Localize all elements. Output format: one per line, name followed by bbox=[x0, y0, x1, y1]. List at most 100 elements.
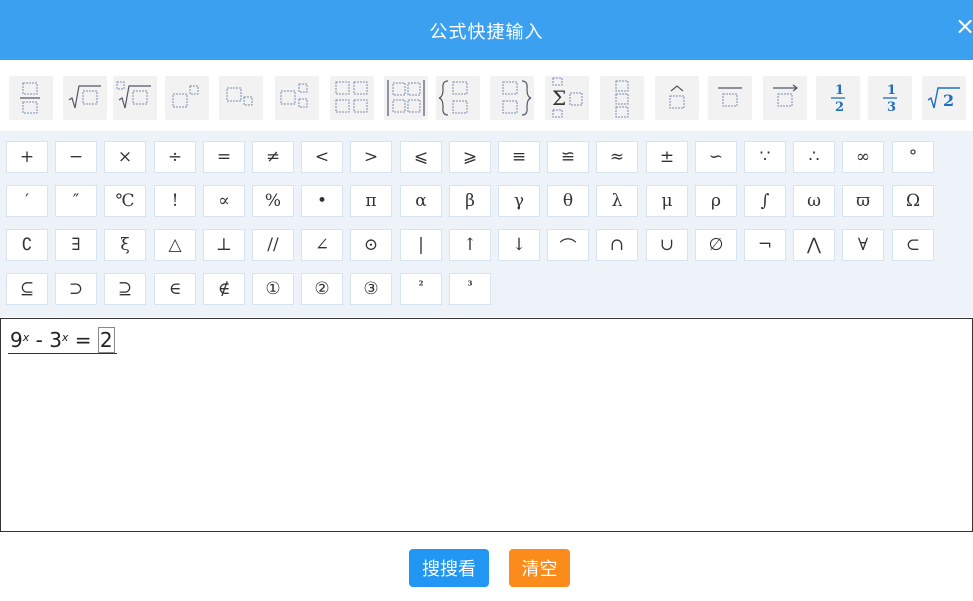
symbol-button[interactable]: ⩾ bbox=[449, 141, 491, 173]
hat-template[interactable] bbox=[655, 76, 699, 120]
symbol-button[interactable]: γ bbox=[498, 185, 540, 217]
close-icon[interactable]: × bbox=[955, 14, 973, 38]
symbol-button[interactable]: △ bbox=[154, 229, 196, 261]
symbol-button[interactable]: ↓ bbox=[498, 229, 540, 261]
formula-rhs[interactable]: 2 bbox=[97, 327, 115, 353]
summation-template[interactable]: Σ bbox=[545, 76, 589, 120]
symbol-button[interactable]: ∁ bbox=[6, 229, 48, 261]
symbol-button[interactable]: ② bbox=[301, 273, 343, 305]
symbol-button[interactable]: < bbox=[301, 141, 343, 173]
symbol-button[interactable]: ° bbox=[892, 141, 934, 173]
overline-template[interactable] bbox=[708, 76, 752, 120]
symbol-button[interactable]: μ bbox=[646, 185, 688, 217]
symbol-button[interactable]: > bbox=[350, 141, 392, 173]
overline-template-icon bbox=[718, 87, 742, 107]
formula-operator: - bbox=[29, 328, 50, 352]
square-root-template[interactable] bbox=[63, 76, 107, 120]
symbol-button[interactable]: ∃ bbox=[55, 229, 97, 261]
symbol-button[interactable]: ⋀ bbox=[793, 229, 835, 261]
search-button[interactable]: 搜搜看 bbox=[409, 549, 489, 587]
symbol-button[interactable]: ∽ bbox=[695, 141, 737, 173]
superscript-template[interactable] bbox=[165, 76, 209, 120]
symbol-button[interactable]: ⊇ bbox=[104, 273, 146, 305]
subscript-template[interactable] bbox=[219, 76, 263, 120]
symbol-button[interactable]: ′ bbox=[6, 185, 48, 217]
symbol-button[interactable]: β bbox=[449, 185, 491, 217]
stacked-box-template[interactable] bbox=[600, 76, 644, 120]
symbol-button[interactable]: ! bbox=[154, 185, 196, 217]
nth-root-template[interactable] bbox=[113, 76, 157, 120]
symbol-button[interactable]: ∵ bbox=[744, 141, 786, 173]
symbol-button[interactable]: ∠ bbox=[301, 229, 343, 261]
symbol-button[interactable]: ξ bbox=[104, 229, 146, 261]
symbol-button[interactable]: ∪ bbox=[646, 229, 688, 261]
matrix-2x2-template[interactable] bbox=[330, 76, 374, 120]
sqrt2-template[interactable]: 2 bbox=[922, 76, 966, 120]
symbol-button[interactable]: ÷ bbox=[154, 141, 196, 173]
symbol-button[interactable]: // bbox=[252, 229, 294, 261]
symbol-button[interactable]: ⌒ bbox=[547, 229, 589, 261]
symbol-button[interactable]: ρ bbox=[695, 185, 737, 217]
symbol-button[interactable]: ⊥ bbox=[203, 229, 245, 261]
symbol-button[interactable]: ⊂ bbox=[892, 229, 934, 261]
symbol-button[interactable]: ① bbox=[252, 273, 294, 305]
subscript-template-icon bbox=[226, 87, 253, 106]
symbol-button[interactable]: − bbox=[55, 141, 97, 173]
symbol-button[interactable]: ω bbox=[793, 185, 835, 217]
left-brace-template-icon bbox=[438, 80, 468, 116]
one-half-template[interactable]: 12 bbox=[816, 76, 860, 120]
symbol-button[interactable]: ℃ bbox=[104, 185, 146, 217]
svg-text:3: 3 bbox=[887, 100, 896, 115]
symbol-button[interactable]: + bbox=[6, 141, 48, 173]
symbol-button[interactable]: ∩ bbox=[596, 229, 638, 261]
symbol-button[interactable]: ⊙ bbox=[350, 229, 392, 261]
symbol-button[interactable]: ∉ bbox=[203, 273, 245, 305]
symbol-button[interactable]: ≠ bbox=[252, 141, 294, 173]
one-third-template[interactable]: 13 bbox=[868, 76, 912, 120]
symbol-button[interactable]: π bbox=[350, 185, 392, 217]
symbol-button[interactable]: ⊆ bbox=[6, 273, 48, 305]
formula-template-bar: Σ 12 13 2 bbox=[0, 70, 973, 128]
determinant-template[interactable] bbox=[384, 76, 428, 120]
fraction-template[interactable] bbox=[9, 76, 53, 120]
symbol-button[interactable]: × bbox=[104, 141, 146, 173]
symbol-button[interactable]: ϖ bbox=[842, 185, 884, 217]
symbol-button[interactable]: ≡ bbox=[498, 141, 540, 173]
symbol-button[interactable]: ⩽ bbox=[400, 141, 442, 173]
symbol-button[interactable]: ″ bbox=[55, 185, 97, 217]
symbol-button[interactable]: ³ bbox=[449, 273, 491, 305]
symbol-button[interactable]: % bbox=[252, 185, 294, 217]
symbol-button[interactable]: ∫ bbox=[744, 185, 786, 217]
left-brace-template[interactable] bbox=[436, 76, 480, 120]
formula-editor[interactable]: 9x - 3x = 2 bbox=[0, 318, 973, 532]
vector-template[interactable] bbox=[763, 76, 807, 120]
symbol-button[interactable]: ↑ bbox=[449, 229, 491, 261]
symbol-button[interactable]: ≈ bbox=[596, 141, 638, 173]
symbol-button[interactable]: ≌ bbox=[547, 141, 589, 173]
symbol-button[interactable]: = bbox=[203, 141, 245, 173]
formula-base-1: 9 bbox=[10, 328, 23, 352]
symbol-button[interactable]: α bbox=[400, 185, 442, 217]
symbol-button[interactable]: ∞ bbox=[842, 141, 884, 173]
formula-expression[interactable]: 9x - 3x = 2 bbox=[8, 327, 117, 354]
symbol-button[interactable]: ∝ bbox=[203, 185, 245, 217]
symbol-button[interactable]: ∅ bbox=[695, 229, 737, 261]
symbol-button[interactable]: ③ bbox=[350, 273, 392, 305]
symbol-button[interactable]: θ bbox=[547, 185, 589, 217]
symbol-button[interactable]: ² bbox=[400, 273, 442, 305]
symbol-button[interactable]: • bbox=[301, 185, 343, 217]
symbol-button[interactable]: ⊃ bbox=[55, 273, 97, 305]
symbol-button[interactable]: | bbox=[400, 229, 442, 261]
clear-button[interactable]: 清空 bbox=[509, 549, 570, 587]
symbol-button[interactable]: λ bbox=[596, 185, 638, 217]
symbol-button[interactable]: ∴ bbox=[793, 141, 835, 173]
right-brace-template[interactable] bbox=[490, 76, 534, 120]
symbol-button[interactable]: ∀ bbox=[842, 229, 884, 261]
symbol-button[interactable]: ± bbox=[646, 141, 688, 173]
sub-superscript-template[interactable] bbox=[275, 76, 319, 120]
right-brace-template-icon bbox=[502, 80, 532, 116]
symbol-button[interactable]: ¬ bbox=[744, 229, 786, 261]
symbol-button[interactable]: ∈ bbox=[154, 273, 196, 305]
symbol-button[interactable]: Ω bbox=[892, 185, 934, 217]
one-third-template-icon: 13 bbox=[883, 83, 897, 115]
